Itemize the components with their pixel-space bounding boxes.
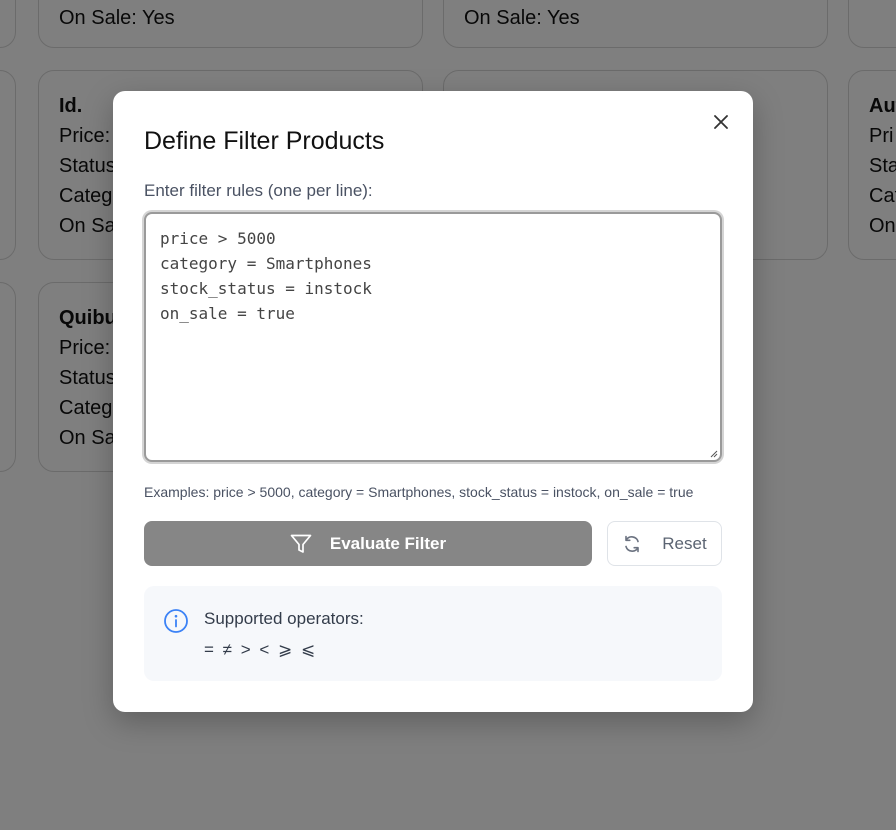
operators-list: = ≠ > < ⩾ ⩽ xyxy=(204,640,318,659)
resize-handle-icon[interactable] xyxy=(708,448,718,458)
rules-textarea[interactable] xyxy=(146,214,720,460)
examples-hint: Examples: price > 5000, category = Smart… xyxy=(144,484,694,500)
filter-icon xyxy=(290,534,312,553)
operators-title: Supported operators: xyxy=(204,609,364,628)
close-icon xyxy=(714,115,728,129)
operators-info-box: Supported operators: = ≠ > < ⩾ ⩽ xyxy=(144,586,722,681)
modal-title: Define Filter Products xyxy=(144,127,385,155)
rules-label: Enter filter rules (one per line): xyxy=(144,181,373,200)
close-button[interactable] xyxy=(710,111,732,133)
refresh-icon xyxy=(625,535,640,552)
evaluate-filter-label: Evaluate Filter xyxy=(329,533,447,553)
rules-textarea-wrapper xyxy=(144,212,722,462)
filter-modal: Define Filter Products Enter filter rule… xyxy=(113,91,753,712)
reset-label: Reset xyxy=(662,533,707,553)
reset-button[interactable]: Reset xyxy=(607,521,722,566)
evaluate-filter-button[interactable]: Evaluate Filter xyxy=(144,521,592,566)
info-icon xyxy=(164,609,188,633)
